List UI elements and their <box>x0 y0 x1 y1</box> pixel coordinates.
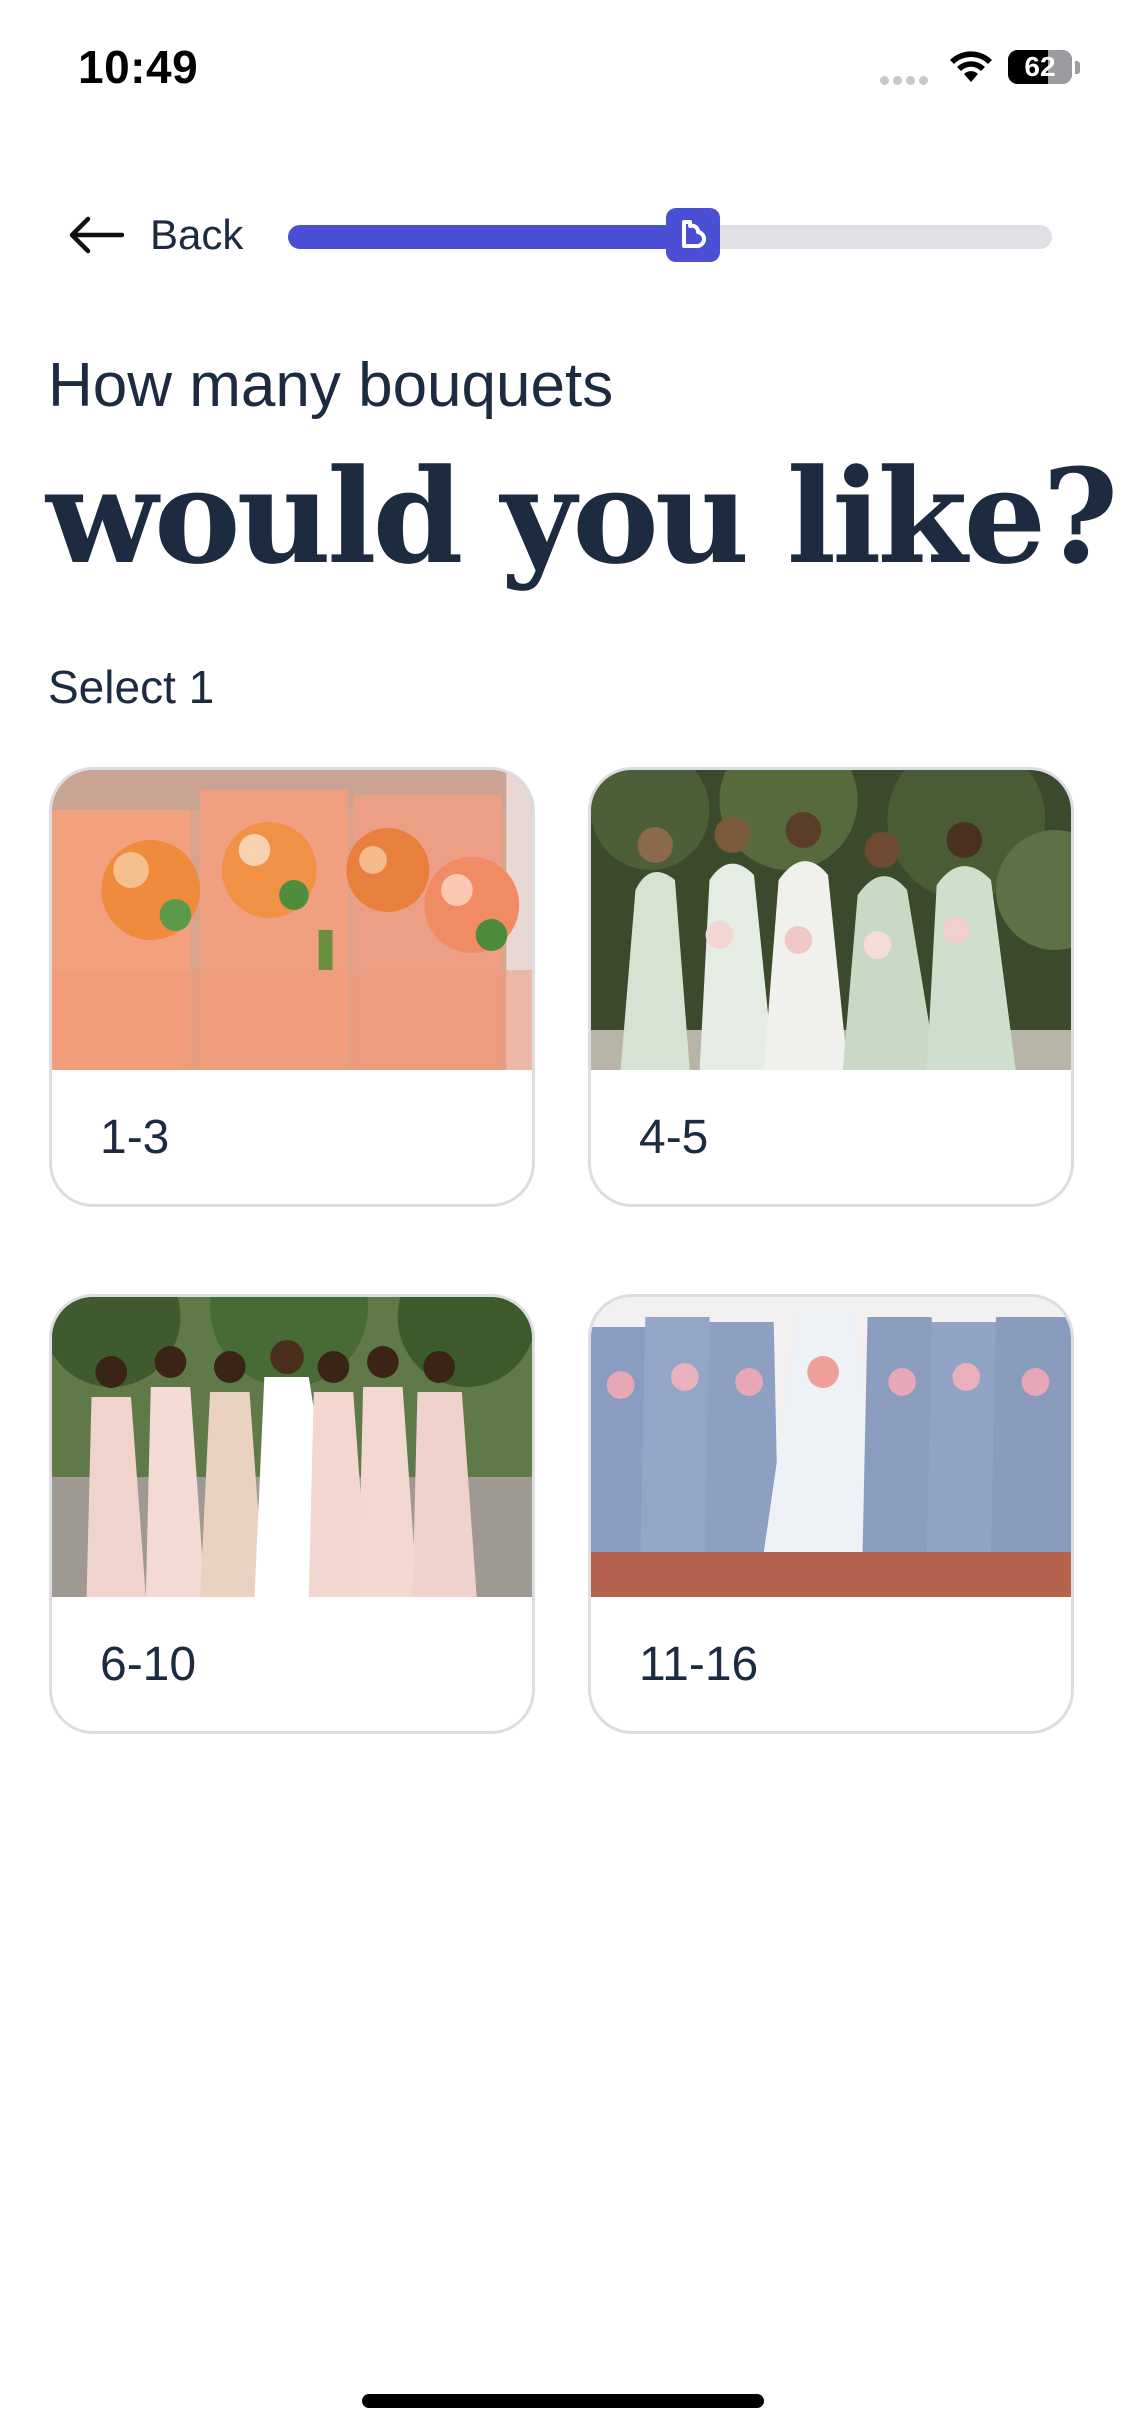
progress-bar <box>288 208 1052 262</box>
question-subtitle: How many bouquets <box>48 351 614 420</box>
home-indicator[interactable] <box>362 2394 764 2408</box>
status-time: 10:49 <box>78 41 199 93</box>
option-photo <box>591 770 1071 1070</box>
back-button[interactable]: Back <box>68 205 243 265</box>
select-hint: Select 1 <box>48 661 215 713</box>
battery-level: 62 <box>1024 51 1056 82</box>
option-card-1-3[interactable]: 1-3 <box>49 767 535 1207</box>
progress-fill <box>288 225 693 249</box>
option-photo <box>52 1297 532 1597</box>
battery-icon: 62 <box>1008 50 1072 84</box>
battery-tip <box>1075 61 1080 74</box>
option-photo <box>591 1297 1071 1597</box>
arrow-left-icon <box>69 216 124 254</box>
option-card-6-10[interactable]: 6-10 <box>49 1294 535 1734</box>
back-label: Back <box>150 211 244 258</box>
question-title: would you like? <box>46 440 1118 593</box>
option-label: 1-3 <box>100 1111 170 1164</box>
cellular-signal-icon <box>880 72 932 90</box>
option-card-11-16[interactable]: 11-16 <box>588 1294 1074 1734</box>
heart-logo-icon <box>665 208 720 262</box>
option-label: 4-5 <box>639 1111 709 1164</box>
wifi-icon <box>950 51 992 82</box>
status-bar: 10:49 62 <box>0 0 1125 140</box>
option-label: 6-10 <box>100 1638 197 1691</box>
option-label: 11-16 <box>639 1638 759 1691</box>
option-card-4-5[interactable]: 4-5 <box>588 767 1074 1207</box>
option-photo <box>52 770 532 1070</box>
